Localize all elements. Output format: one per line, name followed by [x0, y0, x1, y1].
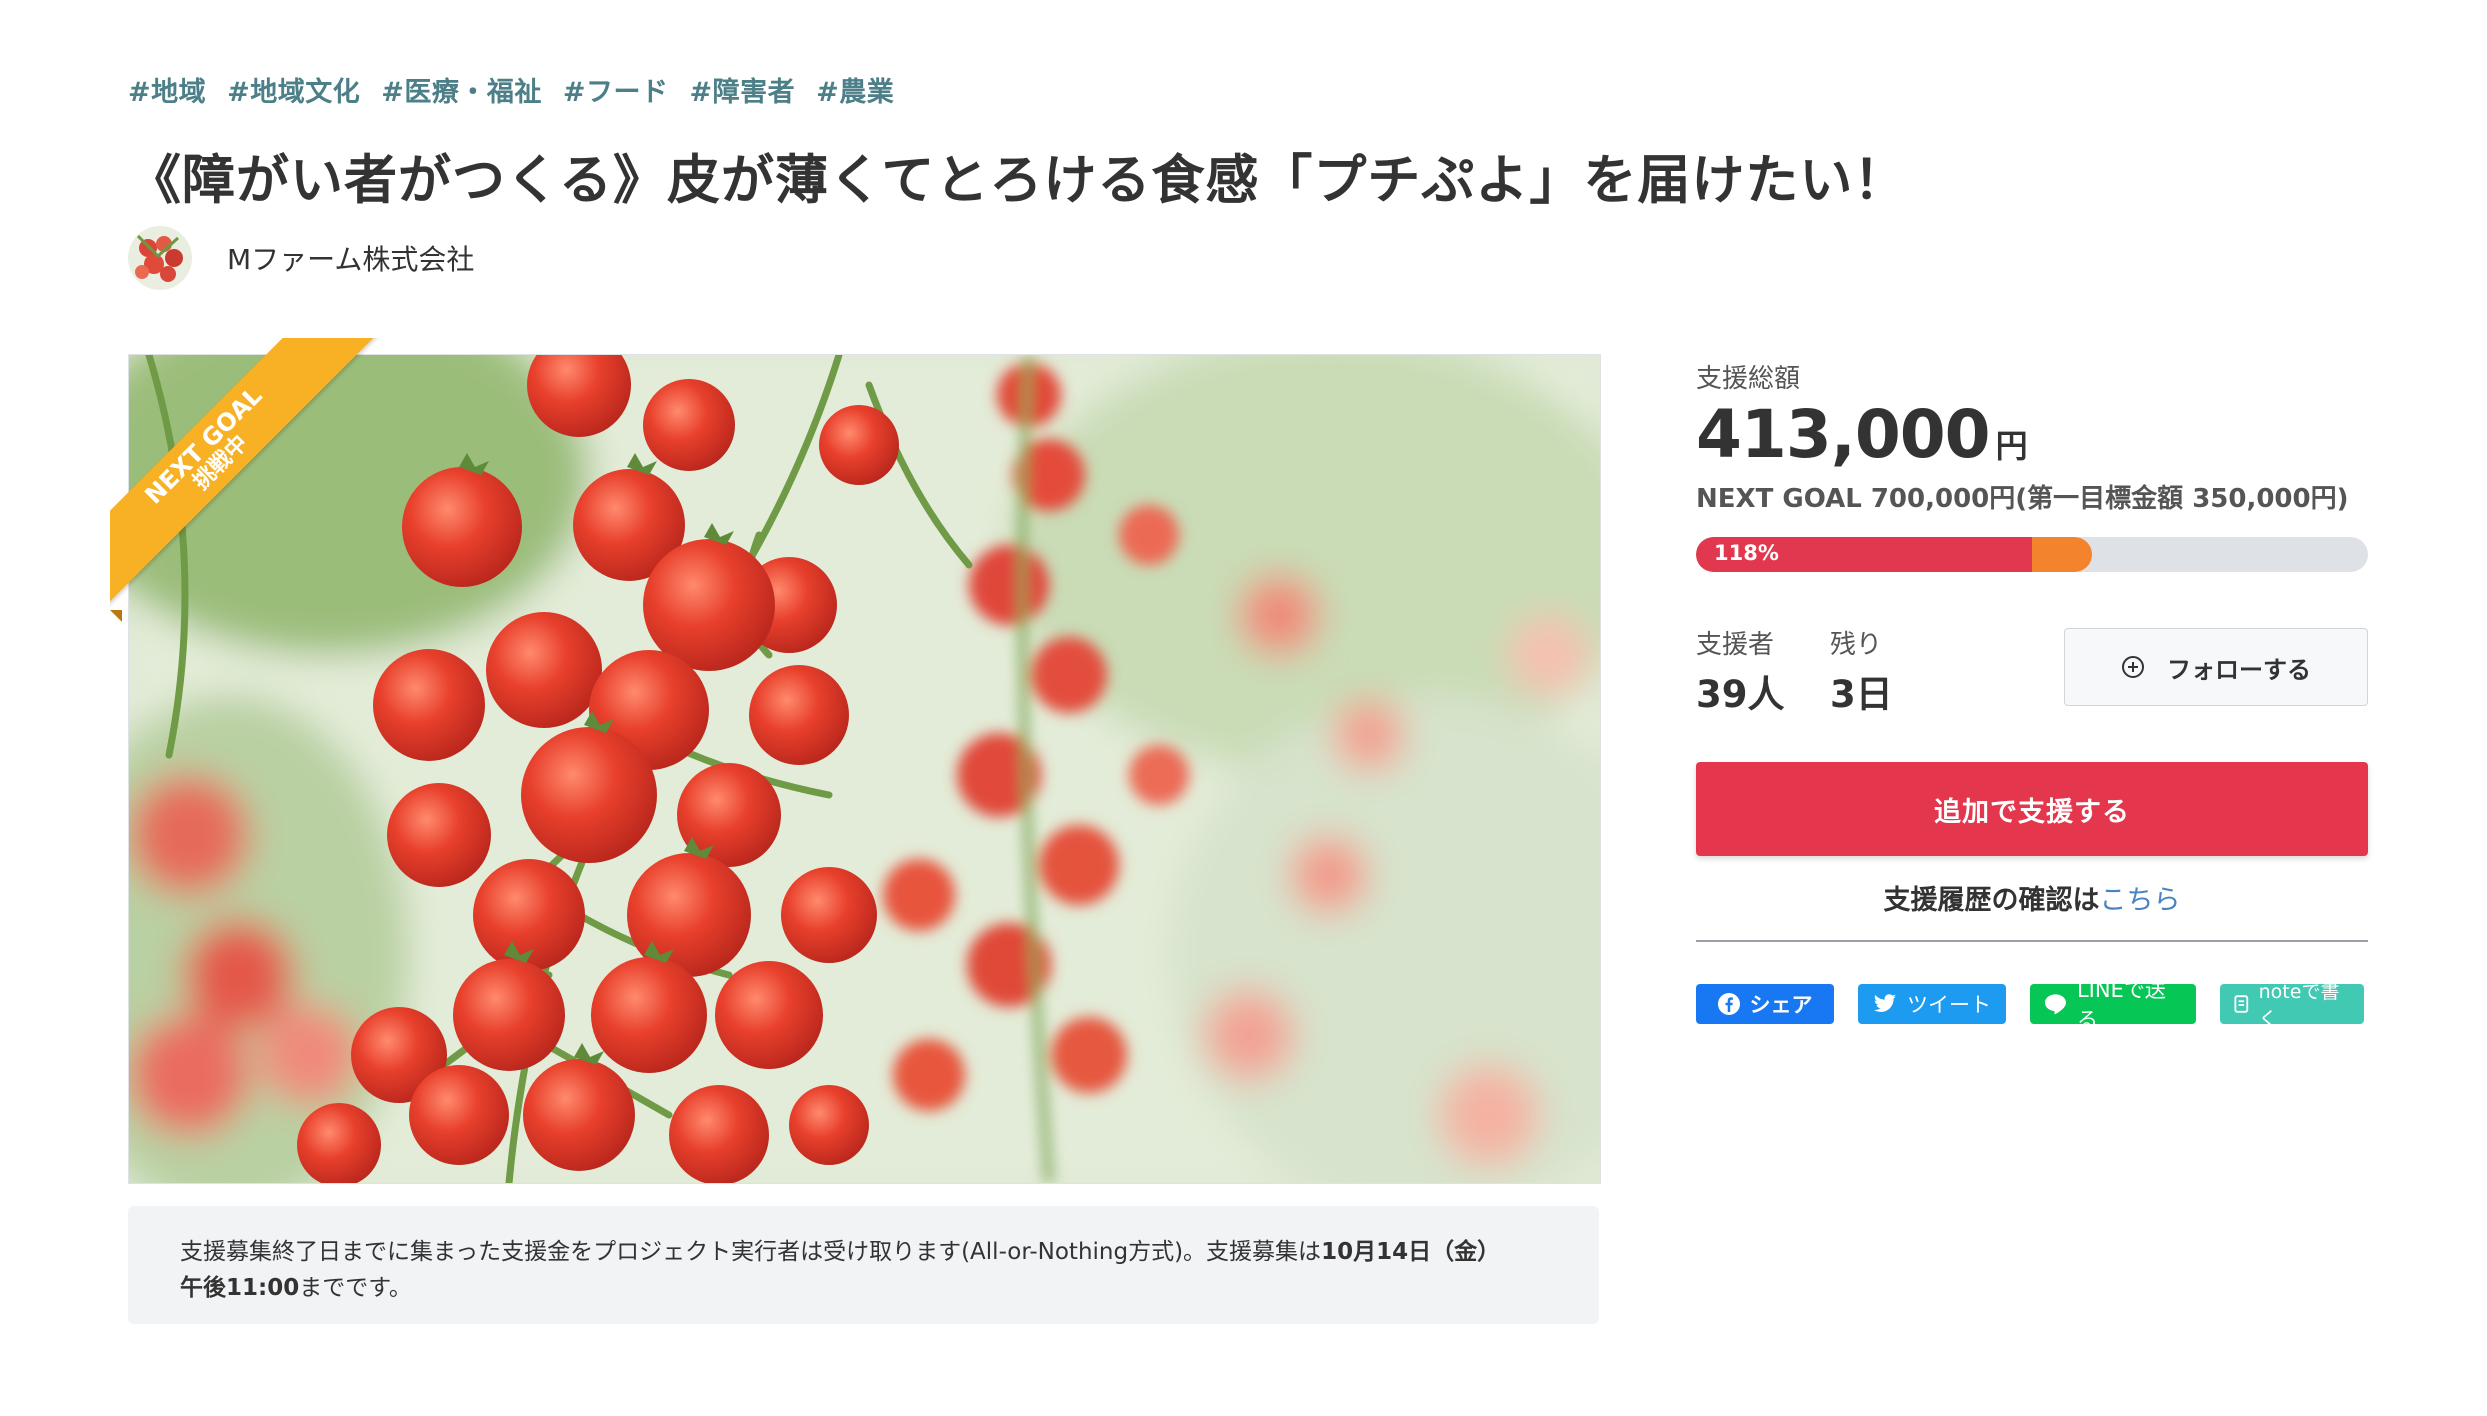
- notice-text: 支援募集終了日までに集まった支援金をプロジェクト実行者は受け取ります(All-o…: [180, 1239, 1322, 1265]
- progress-bar: 118%: [1696, 537, 2368, 572]
- project-owner[interactable]: Mファーム株式会社: [128, 226, 474, 290]
- facebook-share-label: シェア: [1749, 993, 1813, 1017]
- tag-link[interactable]: #障害者: [690, 70, 796, 109]
- note-icon: [2234, 995, 2249, 1013]
- total-amount-unit: 円: [1995, 427, 2028, 465]
- notice-end-date: 10月14日（金）: [1321, 1239, 1501, 1265]
- line-icon: [2044, 994, 2066, 1015]
- note-share-button[interactable]: noteで書く: [2220, 981, 2364, 1030]
- notice-end-time: 午後11:00: [180, 1275, 300, 1301]
- twitter-icon: [1873, 994, 1896, 1012]
- remaining-value: 3日: [1830, 673, 1893, 716]
- remaining-label: 残り: [1830, 630, 1883, 660]
- line-share-label: LINEで送る: [2076, 978, 2166, 1032]
- supporters-label: 支援者: [1696, 630, 1775, 660]
- avatar[interactable]: [128, 226, 192, 290]
- support-button[interactable]: 追加で支援する: [1696, 762, 2368, 856]
- follow-label: フォローする: [2167, 655, 2311, 684]
- twitter-share-label: ツイート: [1907, 993, 1991, 1017]
- share-buttons: シェア ツイート LINEで送る noteで書く: [1696, 978, 2364, 1032]
- plus-circle-icon: [2122, 656, 2144, 678]
- goal-text: NEXT GOAL 700,000円(第一目標金額 350,000円): [1696, 484, 2349, 514]
- line-share-button[interactable]: LINEで送る: [2030, 978, 2196, 1032]
- ribbon-fold: [110, 610, 122, 622]
- tag-link[interactable]: #農業: [816, 70, 894, 109]
- facebook-share-button[interactable]: シェア: [1696, 984, 1834, 1024]
- project-title: 《障がい者がつくる》皮が薄くてとろける食感「プチぷよ」を届けたい！: [128, 150, 1908, 211]
- notice-text-end: までです。: [299, 1275, 412, 1301]
- history-text: 支援履歴の確認は: [1883, 885, 2100, 916]
- tag-link[interactable]: #フード: [563, 70, 669, 109]
- tag-link[interactable]: #医療・福祉: [381, 70, 542, 109]
- funding-notice: 支援募集終了日までに集まった支援金をプロジェクト実行者は受け取ります(All-o…: [128, 1206, 1599, 1324]
- history-link[interactable]: こちら: [2100, 885, 2181, 916]
- tag-link[interactable]: #地域: [128, 70, 206, 109]
- support-button-label: 追加で支援する: [1934, 796, 2130, 828]
- tag-link[interactable]: #地域文化: [227, 70, 360, 109]
- total-label: 支援総額: [1696, 364, 1801, 394]
- project-main-image: [128, 354, 1601, 1184]
- total-amount-value: 413,000: [1696, 396, 1991, 473]
- progress-percent: 118%: [1714, 541, 1779, 565]
- follow-button[interactable]: フォローする: [2064, 628, 2368, 706]
- tag-list: #地域 #地域文化 #医療・福祉 #フード #障害者 #農業: [128, 70, 894, 109]
- note-share-label: noteで書く: [2258, 981, 2340, 1030]
- divider: [1696, 940, 2368, 942]
- supporters-value: 39人: [1696, 673, 1785, 716]
- facebook-icon: [1717, 993, 1740, 1015]
- owner-name[interactable]: Mファーム株式会社: [227, 238, 474, 278]
- twitter-share-button[interactable]: ツイート: [1858, 984, 2006, 1024]
- support-history: 支援履歴の確認はこちら: [1696, 878, 2368, 917]
- total-amount: 413,000 円: [1696, 396, 2028, 473]
